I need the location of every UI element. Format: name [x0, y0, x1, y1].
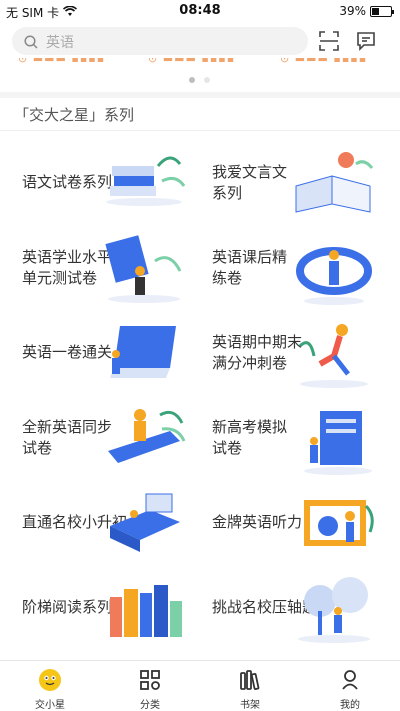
section-divider	[0, 92, 400, 98]
open-book-illustration	[290, 146, 378, 224]
carousel-dot	[204, 77, 210, 83]
tree-person-illustration	[290, 571, 378, 649]
carousel-dot-active	[189, 77, 195, 83]
battery-level	[372, 7, 379, 15]
book-series-card[interactable]: 金牌英语听力	[190, 480, 390, 568]
scroll-person-illustration	[290, 231, 378, 309]
book-series-card[interactable]: 英语学业水平 单元测试卷	[0, 225, 200, 313]
banner-fragment: ⊙ ▬▬▬ ▪▪▪▪	[18, 58, 106, 65]
tab-label: 我的	[340, 700, 360, 711]
search-input[interactable]: 英语	[12, 27, 308, 55]
reading-person-illustration	[100, 231, 188, 309]
battery-percent: 39%	[339, 4, 366, 18]
tab-mascot[interactable]: 交小星	[0, 661, 100, 711]
status-right: 39%	[339, 4, 394, 18]
search-placeholder: 英语	[46, 35, 74, 51]
tab-category[interactable]: 分类	[100, 661, 200, 711]
bookshelf-icon	[238, 668, 262, 692]
document-illustration	[290, 401, 378, 479]
banner-fragment: ⊙ ▬▬▬ ▪▪▪▪	[280, 58, 368, 65]
search-row: 英语	[0, 24, 400, 58]
bottom-tab-bar: 交小星 分类 书架 我的	[0, 660, 400, 711]
tab-label: 分类	[140, 700, 160, 711]
book-series-card[interactable]: 英语期中期末 满分冲刺卷	[190, 310, 390, 398]
title-underline	[0, 130, 400, 131]
book-series-card[interactable]: 直通名校小升初	[0, 480, 200, 568]
book-series-card[interactable]: 新高考模拟 试卷	[190, 395, 390, 483]
book-series-card[interactable]: 语文试卷系列	[0, 140, 200, 228]
book-series-card[interactable]: 英语课后精 练卷	[190, 225, 390, 313]
category-icon	[138, 668, 162, 692]
book-series-card[interactable]: 挑战名校压轴题	[190, 565, 390, 653]
book-series-card[interactable]: 我爱文言文 系列	[190, 140, 390, 228]
section-title: 「交大之星」系列	[14, 106, 135, 124]
banner-strip[interactable]: ⊙ ▬▬▬ ▪▪▪▪ ⊙ ▬▬▬ ▪▪▪▪ ⊙ ▬▬▬ ▪▪▪▪	[0, 58, 400, 66]
book-series-card[interactable]: 阶梯阅读系列	[0, 565, 200, 653]
carousel-indicator	[0, 77, 400, 85]
headphone-illustration	[290, 486, 378, 564]
paper-roll-illustration	[100, 316, 188, 394]
search-icon	[24, 34, 38, 53]
battery-icon	[370, 5, 394, 17]
runner-illustration	[290, 316, 378, 394]
status-bar: 无 SIM 卡 08:48 39%	[0, 0, 400, 22]
profile-icon	[338, 668, 362, 692]
scan-icon[interactable]	[318, 30, 340, 52]
tab-label: 交小星	[35, 700, 65, 711]
bookshelf-illustration	[100, 571, 188, 649]
banner-fragment: ⊙ ▬▬▬ ▪▪▪▪	[148, 58, 236, 65]
sitting-person-illustration	[100, 401, 188, 479]
tab-profile[interactable]: 我的	[300, 661, 400, 711]
tab-bookshelf[interactable]: 书架	[200, 661, 300, 711]
book-series-card[interactable]: 英语一卷通关	[0, 310, 200, 398]
battery-tip	[392, 9, 394, 14]
book-stack-illustration	[100, 146, 188, 224]
mascot-icon	[38, 668, 62, 692]
message-icon[interactable]	[355, 30, 377, 52]
book-series-card[interactable]: 全新英语同步 试卷	[0, 395, 200, 483]
tab-label: 书架	[240, 700, 260, 711]
desk-illustration	[100, 486, 188, 564]
